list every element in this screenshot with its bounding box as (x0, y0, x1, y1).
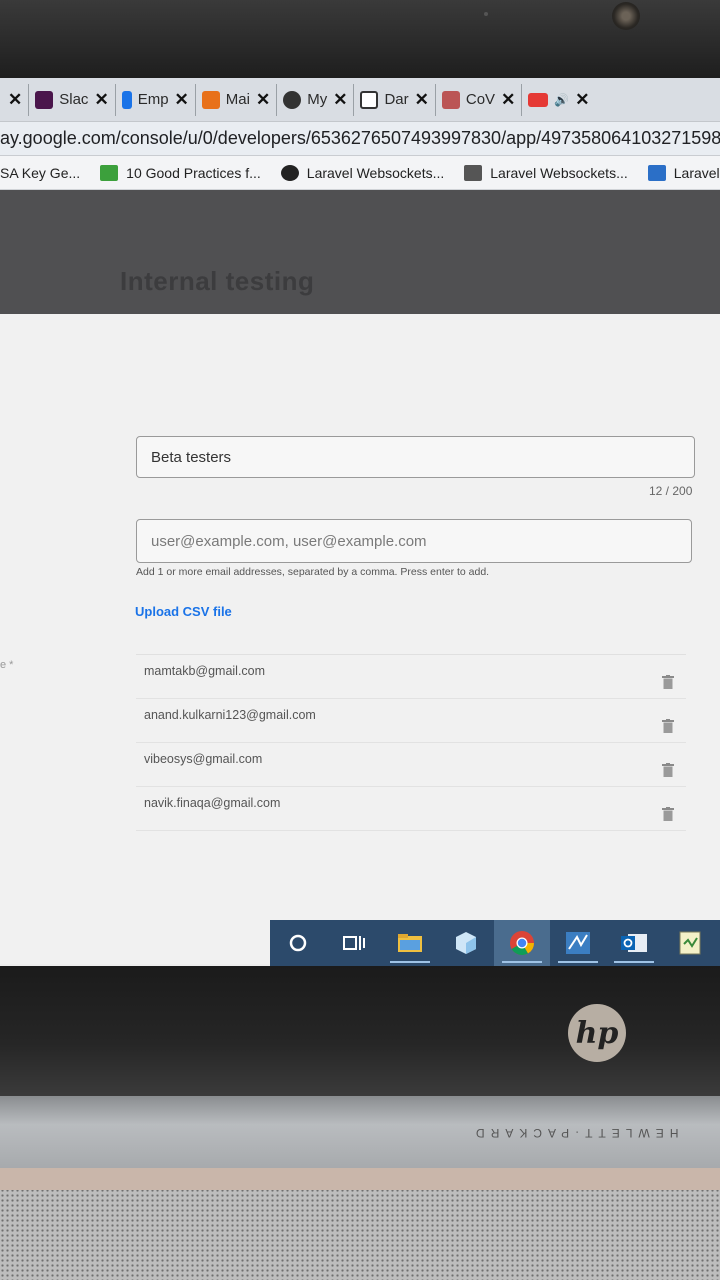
list-item: anand.kulkarni123@gmail.com (136, 699, 686, 743)
email-input[interactable]: user@example.com, user@example.com (136, 519, 692, 563)
bookmark-laravel-websockets-2[interactable]: Laravel Websockets... (464, 164, 628, 181)
url-text: ay.google.com/console/u/0/developers/653… (0, 128, 720, 148)
tab-cov[interactable]: CoV ✕ (436, 83, 523, 116)
delete-icon[interactable] (662, 763, 674, 777)
tab-upwork[interactable]: My ✕ (277, 83, 355, 116)
laptop-bezel-top (0, 0, 720, 78)
bookmark-laravel-bro[interactable]: Laravel Bro (647, 164, 720, 181)
list-item: vibeosys@gmail.com (136, 743, 686, 787)
required-marker: e * (0, 659, 14, 671)
bookmark-favicon-icon (100, 164, 119, 181)
bookmark-laravel-websockets-1[interactable]: Laravel Websockets... (280, 164, 445, 181)
email-placeholder: user@example.com, user@example.com (151, 532, 427, 550)
email-address: navik.finaqa@gmail.com (144, 796, 281, 810)
tab-youtube[interactable]: 🔊 ✕ (522, 84, 595, 116)
d-favicon-icon (360, 90, 379, 109)
bookmark-favicon-icon (647, 164, 666, 181)
bookmark-favicon-icon (280, 164, 299, 181)
audio-icon[interactable]: 🔊 (554, 93, 569, 107)
windows-taskbar (270, 920, 720, 966)
delete-icon[interactable] (662, 675, 674, 689)
bookmark-label: 10 Good Practices f... (126, 164, 261, 181)
address-bar[interactable]: ay.google.com/console/u/0/developers/653… (0, 122, 720, 156)
upload-csv-link[interactable]: Upload CSV file (135, 604, 232, 619)
youtube-favicon-icon (528, 92, 549, 107)
tab-0[interactable]: ✕ (2, 83, 30, 116)
cov-favicon-icon (441, 90, 460, 109)
tab-label: Dar (384, 91, 409, 108)
3d-box-icon[interactable] (438, 920, 494, 966)
brand-text: HEWLETT·PACKARD (470, 1126, 679, 1140)
webcam (612, 2, 640, 30)
bookmark-label: Laravel Websockets... (490, 164, 628, 181)
bookmark-sa-key[interactable]: SA Key Ge... (0, 165, 80, 181)
list-name-field[interactable]: Beta testers (136, 436, 695, 478)
bookmark-label: SA Key Ge... (0, 164, 81, 181)
tab-close-icon[interactable]: ✕ (415, 90, 429, 110)
tab-label: Mai (225, 91, 250, 108)
email-address: vibeosys@gmail.com (144, 752, 263, 766)
tab-close-icon[interactable]: ✕ (501, 90, 515, 110)
list-item: navik.finaqa@gmail.com (136, 787, 686, 831)
console-header: Internal testing (0, 190, 720, 314)
camera-indicator (484, 12, 488, 16)
cortana-icon[interactable] (270, 920, 326, 966)
email-address: anand.kulkarni123@gmail.com (144, 708, 316, 722)
slack-favicon-icon (35, 90, 54, 109)
chrome-icon[interactable] (494, 920, 550, 966)
tab-close-icon[interactable]: ✕ (333, 90, 347, 110)
bookmark-good-practices[interactable]: 10 Good Practices f... (100, 164, 261, 181)
screen: ✕ Slac ✕ Emp ✕ Mai ✕ My ✕ Dar ✕ CoV ✕ 🔊 … (0, 78, 720, 966)
page-title: Internal testing (120, 266, 315, 296)
upwork-favicon-icon (283, 90, 302, 109)
delete-icon[interactable] (662, 719, 674, 733)
notepad-icon[interactable] (662, 920, 718, 966)
browser-tab-bar: ✕ Slac ✕ Emp ✕ Mai ✕ My ✕ Dar ✕ CoV ✕ 🔊 … (0, 78, 720, 122)
bookmarks-bar: SA Key Ge... 10 Good Practices f... Lara… (0, 156, 720, 190)
tab-label: Emp (137, 91, 169, 108)
outlook-icon[interactable] (606, 920, 662, 966)
tab-close-icon[interactable]: ✕ (575, 90, 589, 110)
tab-label: Slac (59, 91, 89, 108)
tab-emp[interactable]: Emp ✕ (116, 83, 196, 116)
tab-mail[interactable]: Mai ✕ (196, 83, 278, 116)
tab-dar[interactable]: Dar ✕ (354, 83, 436, 116)
tab-close-icon[interactable]: ✕ (8, 90, 22, 110)
tab-close-icon[interactable]: ✕ (94, 90, 108, 110)
bookmark-favicon-icon (464, 164, 483, 181)
tab-slack[interactable]: Slac ✕ (29, 83, 116, 116)
emp-favicon-icon (121, 90, 132, 109)
task-view-icon[interactable] (326, 920, 382, 966)
file-explorer-icon[interactable] (382, 920, 438, 966)
mail-favicon-icon (201, 90, 220, 109)
tab-close-icon[interactable]: ✕ (175, 90, 189, 110)
character-counter: 12 / 200 (649, 484, 693, 498)
bookmark-label: Laravel Bro (673, 164, 720, 181)
email-helper-text: Add 1 or more email addresses, separated… (136, 566, 490, 578)
tab-close-icon[interactable]: ✕ (256, 90, 270, 110)
laptop-keyboard-grille (0, 1168, 720, 1280)
list-item: mamtakb@gmail.com (136, 655, 686, 699)
delete-icon[interactable] (662, 807, 674, 821)
email-list-dialog: Beta testers 12 / 200 user@example.com, … (0, 314, 720, 964)
tab-label: CoV (465, 91, 496, 108)
keyboard-edge (0, 1168, 720, 1190)
list-name-value: Beta testers (151, 448, 232, 466)
email-address: mamtakb@gmail.com (144, 664, 266, 678)
email-list: mamtakb@gmail.com anand.kulkarni123@gmai… (136, 654, 686, 831)
bookmark-label: Laravel Websockets... (306, 164, 445, 181)
hp-logo: hp (568, 1004, 626, 1062)
network-icon[interactable] (550, 920, 606, 966)
tab-label: My (307, 91, 328, 108)
